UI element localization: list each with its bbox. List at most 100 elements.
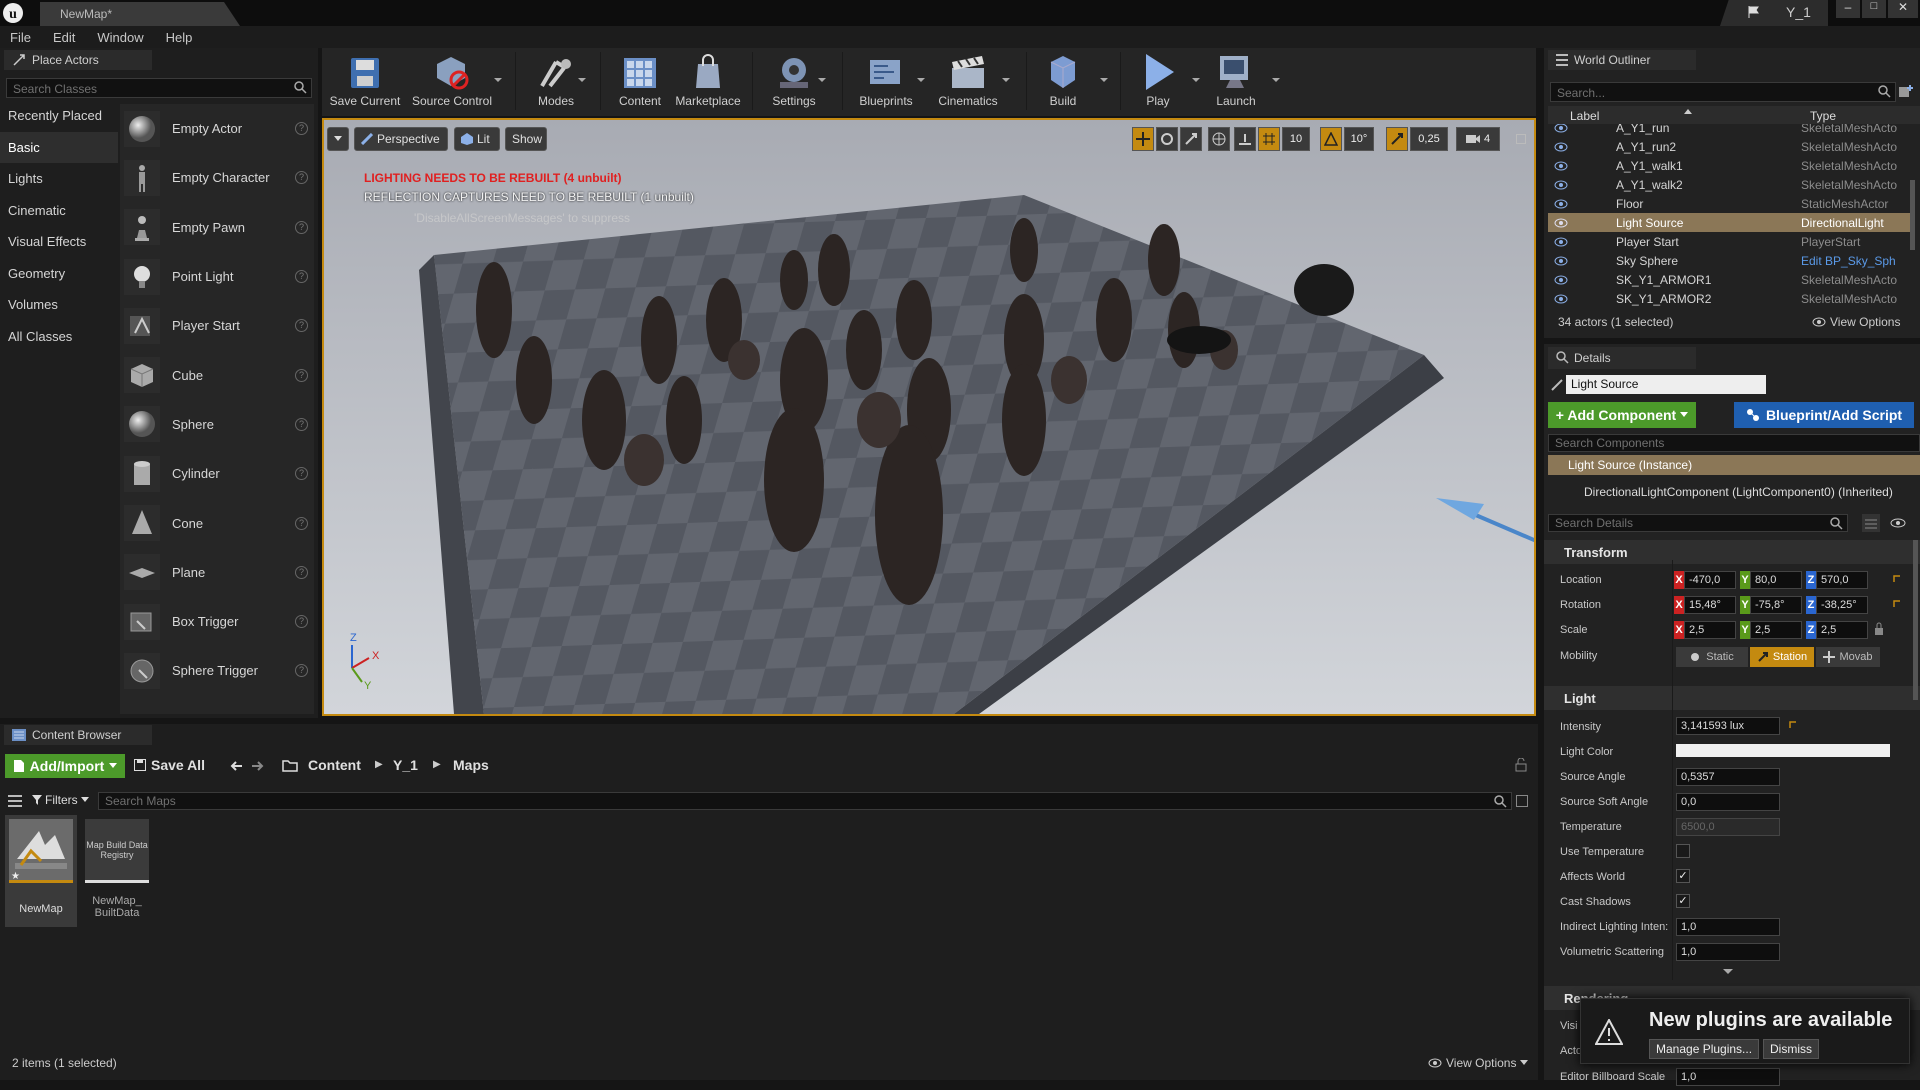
outliner-row[interactable]: A_Y1_walk1 SkeletalMeshActo <box>1548 156 1910 175</box>
reset-arrow-icon[interactable] <box>1788 720 1798 730</box>
source-angle-field[interactable]: 0,5357 <box>1676 768 1780 786</box>
launch-button[interactable]: Launch <box>1206 50 1266 112</box>
scale-snap-value[interactable]: 0,25 <box>1410 127 1448 151</box>
mobility-stationary-button[interactable]: Station <box>1750 647 1814 667</box>
actor-item-cone[interactable]: Cone? <box>120 498 314 547</box>
blueprints-button[interactable]: Blueprints <box>852 50 920 112</box>
menu-help[interactable]: Help <box>166 30 193 45</box>
actor-item-point-light[interactable]: Point Light? <box>120 252 314 301</box>
lock-icon[interactable] <box>1874 622 1884 636</box>
translate-tool-button[interactable] <box>1132 127 1154 151</box>
add-import-button[interactable]: Add/Import <box>5 754 125 778</box>
eye-icon[interactable] <box>1890 518 1906 528</box>
transform-section-header[interactable]: Transform <box>1544 540 1920 564</box>
outliner-row[interactable]: A_Y1_run SkeletalMeshActo <box>1548 124 1910 137</box>
rotation-snap-toggle[interactable] <box>1320 127 1342 151</box>
outliner-scrollbar[interactable] <box>1910 180 1915 250</box>
scale-z-field[interactable]: 2,5 <box>1816 621 1868 639</box>
content-view-options[interactable]: View Options <box>1428 1056 1529 1070</box>
blueprint-add-script-button[interactable]: Blueprint/Add Script <box>1734 402 1914 428</box>
breadcrumb-content[interactable]: Content <box>308 757 361 773</box>
save-current-button[interactable]: Save Current <box>328 50 402 112</box>
grid-snap-toggle[interactable] <box>1258 127 1280 151</box>
outliner-row-selected[interactable]: Light Source DirectionalLight <box>1548 213 1910 232</box>
manage-plugins-button[interactable]: Manage Plugins... <box>1649 1039 1760 1059</box>
visibility-eye-icon[interactable] <box>1554 142 1568 152</box>
surface-snap-button[interactable] <box>1234 127 1256 151</box>
scale-tool-button[interactable] <box>1180 127 1202 151</box>
show-button[interactable]: Show <box>505 127 547 151</box>
outliner-row[interactable]: A_Y1_run2 SkeletalMeshActo <box>1548 137 1910 156</box>
help-icon[interactable]: ? <box>295 516 308 530</box>
maximize-button[interactable]: □ <box>1862 0 1886 18</box>
build-dropdown[interactable] <box>1100 78 1108 82</box>
visibility-eye-icon[interactable] <box>1554 199 1568 209</box>
viewport-options-button[interactable] <box>327 127 349 151</box>
indirect-lighting-field[interactable]: 1,0 <box>1676 918 1780 936</box>
filters-button[interactable]: Filters <box>32 793 89 807</box>
content-button[interactable]: Content <box>608 50 672 112</box>
add-component-button[interactable]: + Add Component <box>1548 402 1696 428</box>
menu-file[interactable]: File <box>10 30 31 45</box>
outliner-row[interactable]: A_Y1_walk2 SkeletalMeshActo <box>1548 175 1910 194</box>
outliner-row[interactable]: SK_Y1_ARMOR2 SkeletalMeshActo <box>1548 289 1910 306</box>
outliner-view-options[interactable]: View Options <box>1812 315 1900 329</box>
outliner-row[interactable]: Player Start PlayerStart <box>1548 232 1910 251</box>
actor-item-sphere[interactable]: Sphere? <box>120 400 314 449</box>
launch-dropdown[interactable] <box>1272 78 1280 82</box>
maximize-viewport-button[interactable] <box>1512 127 1530 151</box>
grid-view-icon[interactable] <box>1862 514 1880 532</box>
outliner-row[interactable]: Floor StaticMeshActor <box>1548 194 1910 213</box>
scale-y-field[interactable]: 2,5 <box>1750 621 1802 639</box>
play-dropdown[interactable] <box>1192 78 1200 82</box>
outliner-type[interactable]: Edit BP_Sky_Sph <box>1801 254 1897 268</box>
visibility-eye-icon[interactable] <box>1554 161 1568 171</box>
details-scrollbar[interactable] <box>1913 540 1918 700</box>
category-cinematic[interactable]: Cinematic <box>0 195 118 227</box>
lock-icon[interactable] <box>1515 758 1527 772</box>
cinematics-button[interactable]: Cinematics <box>934 50 1002 112</box>
actor-item-plane[interactable]: Plane? <box>120 548 314 597</box>
location-x-field[interactable]: -470,0 <box>1684 571 1736 589</box>
perspective-button[interactable]: Perspective <box>354 127 448 151</box>
actor-item-cube[interactable]: Cube? <box>120 350 314 399</box>
type-column-header[interactable]: Type <box>1810 109 1836 123</box>
source-control-button[interactable]: Source Control <box>408 50 496 112</box>
reset-arrow-icon[interactable] <box>1892 574 1902 584</box>
rotation-y-field[interactable]: -75,8° <box>1750 596 1802 614</box>
mobility-movable-button[interactable]: Movab <box>1816 647 1880 667</box>
save-search-icon[interactable] <box>1516 795 1528 807</box>
visibility-eye-icon[interactable] <box>1554 237 1568 247</box>
help-icon[interactable]: ? <box>295 220 308 234</box>
help-icon[interactable]: ? <box>295 270 308 284</box>
location-y-field[interactable]: 80,0 <box>1750 571 1802 589</box>
rotate-tool-button[interactable] <box>1156 127 1178 151</box>
menu-edit[interactable]: Edit <box>53 30 75 45</box>
level-viewport[interactable]: Z X Y LIGHTING NEEDS TO BE REBUILT (4 un… <box>322 118 1536 716</box>
use-temperature-checkbox[interactable] <box>1676 844 1690 858</box>
help-icon[interactable]: ? <box>295 122 308 136</box>
help-icon[interactable]: ? <box>295 319 308 333</box>
actor-item-empty-actor[interactable]: Empty Actor? <box>120 104 314 153</box>
category-geometry[interactable]: Geometry <box>0 258 118 290</box>
reset-arrow-icon[interactable] <box>1892 599 1902 609</box>
intensity-field[interactable]: 3,141593 lux <box>1676 717 1780 735</box>
visibility-eye-icon[interactable] <box>1554 275 1568 285</box>
expand-advanced-icon[interactable] <box>1722 968 1734 976</box>
grid-snap-value[interactable]: 10 <box>1282 127 1310 151</box>
modes-dropdown[interactable] <box>578 78 586 82</box>
visibility-eye-icon[interactable] <box>1554 256 1568 266</box>
cast-shadows-checkbox[interactable]: ✓ <box>1676 894 1690 908</box>
help-icon[interactable]: ? <box>295 664 308 678</box>
volumetric-field[interactable]: 1,0 <box>1676 943 1780 961</box>
place-actors-tab[interactable]: Place Actors <box>4 50 152 70</box>
rotation-z-field[interactable]: -38,25° <box>1816 596 1868 614</box>
world-outliner-tab[interactable]: World Outliner <box>1548 50 1696 70</box>
category-volumes[interactable]: Volumes <box>0 289 118 321</box>
temperature-field[interactable]: 6500,0 <box>1676 818 1780 836</box>
search-components-input[interactable]: Search Components <box>1548 434 1920 452</box>
build-button[interactable]: Build <box>1034 50 1092 112</box>
search-maps-input[interactable]: Search Maps <box>98 792 1512 810</box>
asset-tile-newmap[interactable]: ★ NewMap <box>5 815 77 927</box>
outliner-row[interactable]: Sky Sphere Edit BP_Sky_Sph <box>1548 251 1910 270</box>
